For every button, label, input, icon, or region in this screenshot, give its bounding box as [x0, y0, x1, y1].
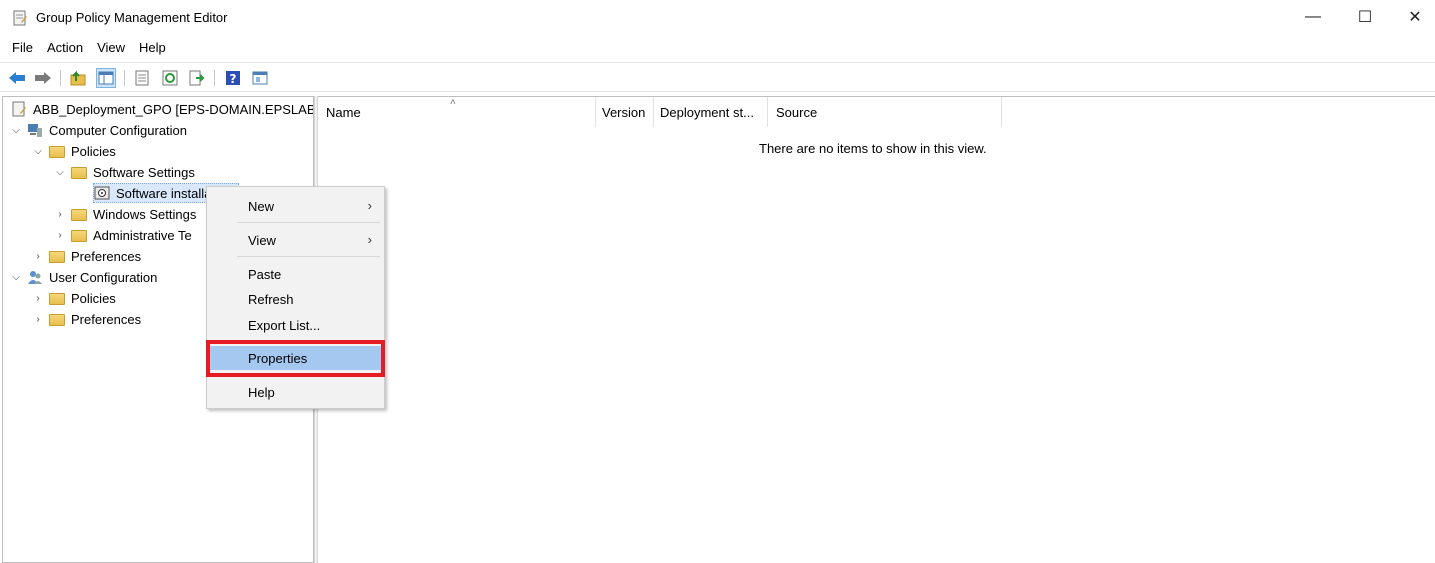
chevron-right-icon[interactable]: › [31, 291, 45, 305]
gpo-editor-icon [13, 10, 27, 26]
tree-item-label: Windows Settings [93, 206, 197, 222]
context-menu-new[interactable]: New › [209, 194, 382, 218]
forward-arrow-icon[interactable] [33, 68, 53, 88]
window-title: Group Policy Management Editor [36, 10, 228, 25]
menu-action[interactable]: Action [40, 36, 90, 60]
software-installation-icon [94, 186, 110, 200]
details-list[interactable]: Name ˄ Version Deployment st... Source T… [318, 96, 1435, 563]
minimize-button[interactable]: — [1290, 0, 1336, 34]
tree-item-user-policies[interactable]: › Policies [31, 288, 116, 308]
folder-icon [71, 167, 87, 179]
tree-item-label: Policies [71, 143, 116, 159]
column-header-source[interactable]: Source [768, 97, 1002, 127]
submenu-arrow-icon: › [367, 198, 372, 213]
context-menu-paste[interactable]: Paste [209, 262, 382, 286]
tree-item-label: Software Settings [93, 164, 195, 180]
empty-list-message: There are no items to show in this view. [759, 141, 987, 156]
chevron-right-icon[interactable]: › [31, 312, 45, 326]
tree-item-gpo-root[interactable]: ABB_Deployment_GPO [EPS-DOMAIN.EPSLAB [11, 99, 314, 119]
title-bar: Group Policy Management Editor — ☐ ✕ [0, 0, 1435, 36]
tree-item-label: User Configuration [49, 269, 158, 285]
close-button[interactable]: ✕ [1392, 0, 1435, 34]
folder-icon [71, 209, 87, 221]
menu-item-label: Export List... [248, 317, 321, 333]
tree-item-preferences[interactable]: › Preferences [31, 246, 141, 266]
gpo-icon [12, 101, 26, 117]
sort-ascending-icon: ˄ [450, 97, 456, 108]
column-label: Source [776, 104, 818, 120]
chevron-down-icon[interactable]: ⌵ [53, 165, 67, 179]
tree-item-label: Policies [71, 290, 116, 306]
column-header-version[interactable]: Version [596, 97, 654, 127]
maximize-button[interactable]: ☐ [1342, 0, 1388, 34]
column-label: Version [602, 104, 646, 120]
tree-item-policies[interactable]: ⌵ Policies [31, 141, 116, 161]
context-menu-view[interactable]: View › [209, 228, 382, 252]
menu-item-label: New [248, 198, 275, 214]
chevron-right-icon[interactable]: › [31, 249, 45, 263]
folder-icon [49, 314, 65, 326]
submenu-arrow-icon: › [367, 232, 372, 247]
context-menu-export-list[interactable]: Export List... [209, 313, 382, 337]
chevron-down-icon[interactable]: ⌵ [9, 270, 23, 284]
toolbar: ? [0, 62, 1435, 92]
help-icon[interactable]: ? [223, 68, 243, 88]
computer-icon [28, 124, 42, 137]
column-header-deployment-state[interactable]: Deployment st... [654, 97, 768, 127]
refresh-icon[interactable] [160, 68, 180, 88]
folder-icon [71, 230, 87, 242]
up-folder-icon[interactable] [68, 68, 88, 88]
svg-text:?: ? [230, 72, 237, 86]
annotation-highlight-box [206, 340, 385, 377]
menu-item-label: Help [248, 384, 275, 400]
menu-bar: File Action View Help [0, 36, 1435, 60]
tree-item-label: Preferences [71, 311, 142, 327]
column-label: Name [326, 104, 361, 120]
tree-item-user-configuration[interactable]: ⌵ User Configuration [9, 267, 157, 287]
tree-item-software-settings[interactable]: ⌵ Software Settings [53, 162, 195, 182]
menu-view[interactable]: View [90, 36, 132, 60]
menu-file[interactable]: File [0, 36, 40, 60]
menu-item-label: View [248, 232, 276, 248]
chevron-right-icon[interactable]: › [53, 228, 67, 242]
export-icon[interactable] [187, 68, 207, 88]
tree-item-user-preferences[interactable]: › Preferences [31, 309, 141, 329]
folder-icon [49, 293, 65, 305]
context-menu-refresh[interactable]: Refresh [209, 287, 382, 311]
menu-item-label: Refresh [248, 291, 294, 307]
folder-icon [49, 251, 65, 263]
tree-item-label: ABB_Deployment_GPO [EPS-DOMAIN.EPSLAB [33, 101, 314, 117]
back-arrow-icon[interactable] [7, 68, 27, 88]
chevron-down-icon[interactable]: ⌵ [31, 144, 45, 158]
column-label: Deployment st... [660, 104, 754, 120]
users-icon [28, 271, 42, 284]
tree-item-administrative-templates[interactable]: › Administrative Te [53, 225, 192, 245]
chevron-down-icon[interactable]: ⌵ [9, 123, 23, 137]
folder-icon [49, 146, 65, 158]
show-hide-tree-icon[interactable] [96, 68, 116, 88]
tree-item-label: Computer Configuration [49, 122, 188, 138]
chevron-right-icon[interactable]: › [53, 207, 67, 221]
tree-item-label: Preferences [71, 248, 142, 264]
console-icon[interactable] [250, 68, 270, 88]
menu-item-label: Paste [248, 266, 282, 282]
tree-item-label: Administrative Te [93, 227, 192, 243]
column-header-name[interactable]: Name ˄ [318, 97, 596, 127]
menu-help[interactable]: Help [132, 36, 173, 60]
tree-item-computer-configuration[interactable]: ⌵ Computer Configuration [9, 120, 187, 140]
tree-item-windows-settings[interactable]: › Windows Settings [53, 204, 196, 224]
properties-icon[interactable] [132, 68, 152, 88]
context-menu-help[interactable]: Help [209, 380, 382, 404]
